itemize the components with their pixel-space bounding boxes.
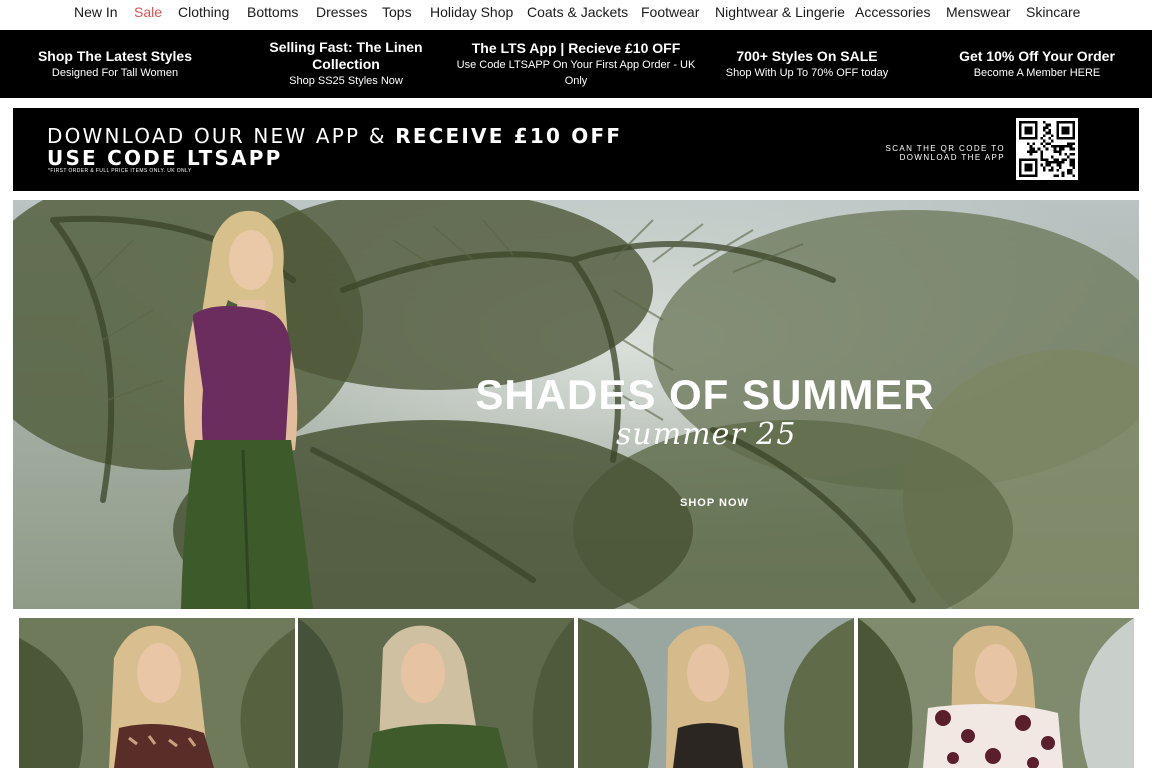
nav-coats-jackets[interactable]: Coats & Jackets	[527, 3, 628, 21]
app-banner-fine-print: *FIRST ORDER & FULL PRICE ITEMS ONLY. UK…	[48, 168, 192, 174]
main-navigation: New In Sale Clothing Bottoms Dresses Top…	[0, 0, 1152, 30]
promo-title: 700+ Styles On SALE	[736, 47, 878, 64]
product-tile[interactable]	[19, 618, 295, 768]
promo-app-offer[interactable]: The LTS App | Recieve £10 OFF Use Code L…	[455, 30, 697, 98]
app-download-banner[interactable]: DOWNLOAD OUR NEW APP & RECEIVE £10 OFF U…	[13, 108, 1139, 191]
nav-dresses[interactable]: Dresses	[316, 3, 367, 21]
app-banner-code: USE CODE LTSAPP	[47, 146, 283, 170]
nav-clothing[interactable]: Clothing	[178, 3, 229, 21]
promo-subtitle: Designed For Tall Women	[51, 66, 179, 79]
nav-skincare[interactable]: Skincare	[1026, 3, 1080, 21]
app-banner-headline: DOWNLOAD OUR NEW APP & RECEIVE £10 OFF	[47, 124, 622, 148]
promo-latest-styles[interactable]: Shop The Latest Styles Designed For Tall…	[10, 30, 220, 98]
nav-new-in[interactable]: New In	[74, 3, 118, 21]
product-tiles	[0, 618, 1152, 768]
promo-sale[interactable]: 700+ Styles On SALE Shop With Up To 70% …	[712, 30, 902, 98]
promo-subtitle: Become A Member HERE	[973, 66, 1101, 79]
nav-accessories[interactable]: Accessories	[855, 3, 930, 21]
product-image	[578, 618, 854, 768]
nav-footwear[interactable]: Footwear	[641, 3, 699, 21]
product-image	[858, 618, 1134, 768]
hero-banner[interactable]: SHADES OF SUMMER summer 25 SHOP NOW	[13, 200, 1139, 609]
promo-title: Selling Fast: The Linen Collection	[269, 39, 423, 72]
nav-tops[interactable]: Tops	[382, 3, 412, 21]
promo-subtitle: Use Code LTSAPP On Your First App Order …	[456, 58, 696, 87]
product-image	[298, 618, 574, 768]
qr-code-icon[interactable]	[1016, 118, 1078, 180]
nav-holiday-shop[interactable]: Holiday Shop	[430, 3, 513, 21]
product-tile[interactable]	[298, 618, 574, 768]
hero-script-subtitle: summer 25	[616, 417, 797, 452]
product-image	[19, 618, 295, 768]
shop-now-button[interactable]: SHOP NOW	[680, 497, 749, 509]
app-banner-scan-text: SCAN THE QR CODE TO DOWNLOAD THE APP	[885, 144, 1005, 162]
promo-linen-collection[interactable]: Selling Fast: The Linen Collection Shop …	[235, 30, 457, 98]
promo-title: Get 10% Off Your Order	[959, 47, 1115, 64]
promo-membership[interactable]: Get 10% Off Your Order Become A Member H…	[952, 30, 1122, 98]
promo-title: The LTS App | Recieve £10 OFF	[471, 39, 681, 56]
nav-menswear[interactable]: Menswear	[946, 3, 1011, 21]
product-tile[interactable]	[858, 618, 1134, 768]
nav-nightwear-lingerie[interactable]: Nightwear & Lingerie	[715, 3, 845, 21]
product-tile[interactable]	[578, 618, 854, 768]
nav-bottoms[interactable]: Bottoms	[247, 3, 298, 21]
hero-title: SHADES OF SUMMER	[475, 371, 935, 418]
app-banner-headline-bold: RECEIVE £10 OFF	[395, 124, 623, 148]
promo-strip: Shop The Latest Styles Designed For Tall…	[0, 30, 1152, 98]
nav-sale[interactable]: Sale	[134, 3, 162, 21]
promo-subtitle: Shop With Up To 70% OFF today	[725, 66, 889, 79]
promo-subtitle: Shop SS25 Styles Now	[289, 75, 403, 87]
promo-title: Shop The Latest Styles	[37, 47, 193, 64]
app-banner-headline-light: DOWNLOAD OUR NEW APP &	[47, 124, 396, 148]
